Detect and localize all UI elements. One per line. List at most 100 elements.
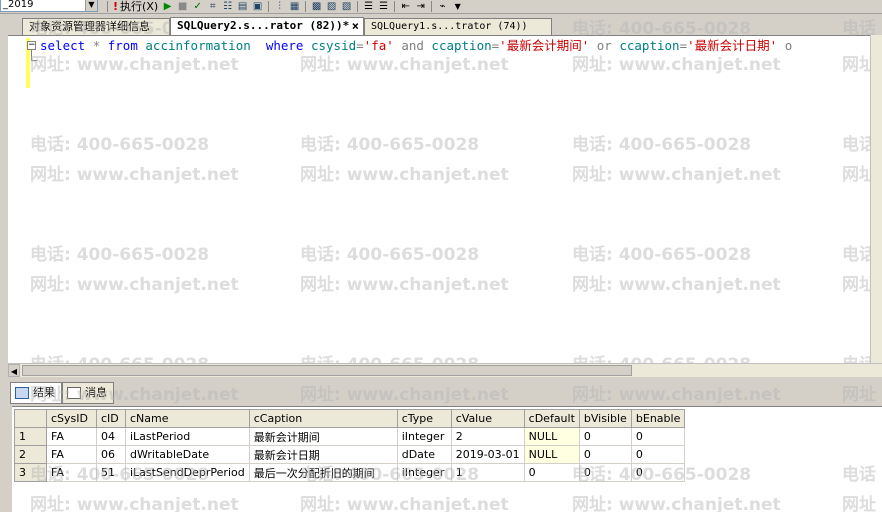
cell-ccaption[interactable]: 最后一次分配折旧的期间 bbox=[248, 463, 398, 482]
specify-values-icon[interactable]: ⌁ bbox=[435, 0, 450, 13]
cell-bvisible[interactable]: 0 bbox=[578, 427, 632, 446]
results-text-icon[interactable]: ▦ bbox=[287, 0, 302, 13]
toolbar-separator bbox=[305, 0, 307, 12]
column-header[interactable]: cType bbox=[396, 409, 452, 428]
cell-csysid[interactable]: FA bbox=[46, 445, 97, 464]
toolbar-overflow-icon[interactable]: ▼ bbox=[450, 0, 465, 13]
watermark-site: 网址: www.chanjet.net bbox=[572, 385, 781, 405]
message-icon bbox=[67, 387, 81, 399]
cell-ctype[interactable]: iInteger bbox=[396, 463, 452, 482]
cell-ctype[interactable]: dDate bbox=[396, 445, 452, 464]
execute-button[interactable]: ! 执行(X) bbox=[111, 0, 160, 14]
cell-benable[interactable]: 0 bbox=[630, 463, 686, 482]
database-select-value: _2019 bbox=[3, 0, 34, 10]
cell-cid[interactable]: 51 bbox=[96, 463, 126, 482]
cell-cdefault[interactable]: 0 bbox=[523, 463, 580, 482]
cell-ctype[interactable]: iInteger bbox=[396, 427, 452, 446]
column-header[interactable]: cID bbox=[96, 409, 126, 428]
fold-line bbox=[31, 50, 32, 60]
row-number[interactable]: 2 bbox=[14, 445, 47, 464]
debug-icon[interactable]: ⌗ bbox=[205, 0, 220, 13]
results-file-icon[interactable]: ▨ bbox=[324, 0, 339, 13]
cell-ccaption[interactable]: 最新会计日期 bbox=[248, 445, 398, 464]
table-row[interactable]: 3 FA 51 iLastSendDeprPeriod 最后一次分配折旧的期间 … bbox=[14, 463, 686, 482]
query-designer-icon[interactable]: ▤ bbox=[235, 0, 250, 13]
tab-sqlquery1[interactable]: SQLQuery1.s...trator (74)) bbox=[364, 18, 552, 35]
tab-label: SQLQuery1.s...trator (74)) bbox=[371, 21, 528, 32]
indent-icon[interactable]: ⇤ bbox=[398, 0, 413, 13]
results-tabstrip: 结果 消息 bbox=[10, 382, 114, 404]
sql-editor[interactable]: − select * from accinformation where csy… bbox=[8, 35, 882, 365]
tab-messages[interactable]: 消息 bbox=[62, 382, 114, 404]
column-header[interactable]: cCaption bbox=[248, 409, 398, 428]
cell-benable[interactable]: 0 bbox=[630, 427, 686, 446]
cell-cdefault[interactable]: NULL bbox=[523, 445, 580, 464]
kw-where: where bbox=[265, 38, 304, 53]
cell-cid[interactable]: 06 bbox=[96, 445, 126, 464]
tab-sqlquery2[interactable]: SQLQuery2.s...rator (82))* × bbox=[170, 17, 364, 35]
sql-code-line[interactable]: select * from accinformation where csysi… bbox=[40, 38, 792, 54]
cell-csysid[interactable]: FA bbox=[46, 427, 97, 446]
document-tabstrip: 对象资源管理器详细信息 SQLQuery2.s...rator (82))* ×… bbox=[0, 15, 882, 35]
header-row: cSysID cID cName cCaption cType cValue c… bbox=[14, 409, 686, 428]
cell-cname[interactable]: iLastPeriod bbox=[125, 427, 250, 446]
column-header[interactable]: cValue bbox=[450, 409, 525, 428]
chevron-down-icon[interactable]: ▼ bbox=[85, 0, 97, 11]
tab-object-explorer-details[interactable]: 对象资源管理器详细信息 bbox=[22, 18, 170, 35]
play-icon[interactable]: ▶ bbox=[160, 0, 175, 13]
column-header[interactable]: bEnable bbox=[630, 409, 686, 428]
stop-icon[interactable]: ■ bbox=[175, 0, 190, 13]
cell-csysid[interactable]: FA bbox=[46, 463, 97, 482]
results-icon[interactable]: ▧ bbox=[339, 0, 354, 13]
results-table: cSysID cID cName cCaption cType cValue c… bbox=[14, 409, 686, 482]
scroll-left-icon[interactable]: ◀ bbox=[8, 364, 20, 377]
watermark-site-edge: 网址 bbox=[842, 385, 876, 405]
uncomment-icon[interactable]: ☰ bbox=[376, 0, 391, 13]
cell-cname[interactable]: dWritableDate bbox=[125, 445, 250, 464]
row-number[interactable]: 3 bbox=[14, 463, 47, 482]
cell-cvalue[interactable]: 2019-03-01 bbox=[450, 445, 525, 464]
cell-benable[interactable]: 0 bbox=[630, 445, 686, 464]
table-row[interactable]: 1 FA 04 iLastPeriod 最新会计期间 iInteger 2 NU… bbox=[14, 427, 686, 446]
comment-icon[interactable]: ☰ bbox=[361, 0, 376, 13]
database-select[interactable]: _2019 ▼ bbox=[0, 0, 98, 12]
stats-icon[interactable]: ⫶ bbox=[272, 0, 287, 13]
outdent-icon[interactable]: ⇥ bbox=[413, 0, 428, 13]
results-grid[interactable]: cSysID cID cName cCaption cType cValue c… bbox=[12, 406, 882, 512]
code-trail: o bbox=[784, 38, 793, 53]
cell-cvalue[interactable]: 2 bbox=[450, 427, 525, 446]
column-header[interactable]: cName bbox=[125, 409, 250, 428]
column-header[interactable]: cDefault bbox=[523, 409, 580, 428]
editor-horizontal-scrollbar[interactable]: ◀ bbox=[8, 363, 882, 377]
col-csysid: csysid bbox=[310, 38, 357, 53]
table-row[interactable]: 2 FA 06 dWritableDate 最新会计日期 dDate 2019-… bbox=[14, 445, 686, 464]
editor-vertical-scrollbar[interactable] bbox=[870, 35, 882, 365]
column-header[interactable]: bVisible bbox=[578, 409, 632, 428]
cell-cid[interactable]: 04 bbox=[96, 427, 126, 446]
tab-results[interactable]: 结果 bbox=[10, 382, 62, 404]
results-grid-icon[interactable]: ▩ bbox=[309, 0, 324, 13]
scroll-thumb[interactable] bbox=[22, 365, 632, 376]
include-plan-icon[interactable]: ▣ bbox=[250, 0, 265, 13]
kw-and: and bbox=[401, 38, 424, 53]
cell-cdefault[interactable]: NULL bbox=[523, 427, 580, 446]
plan-icon[interactable]: ☷ bbox=[220, 0, 235, 13]
cell-bvisible[interactable]: 0 bbox=[578, 445, 632, 464]
cell-ccaption[interactable]: 最新会计期间 bbox=[248, 427, 398, 446]
check-icon[interactable]: ✓ bbox=[190, 0, 205, 13]
toolbar-separator bbox=[394, 0, 396, 12]
star: * bbox=[92, 38, 101, 53]
cell-cname[interactable]: iLastSendDeprPeriod bbox=[125, 463, 250, 482]
tab-label: SQLQuery2.s...rator (82))* bbox=[177, 19, 350, 32]
column-header[interactable]: cSysID bbox=[46, 409, 97, 428]
toolbar-separator bbox=[107, 0, 108, 12]
fold-end bbox=[31, 60, 37, 61]
table-name: accinformation bbox=[145, 38, 251, 53]
tab-label: 对象资源管理器详细信息 bbox=[29, 20, 150, 33]
collapse-icon[interactable]: − bbox=[27, 41, 36, 50]
cell-bvisible[interactable]: 0 bbox=[578, 463, 632, 482]
header-corner bbox=[14, 409, 47, 428]
row-number[interactable]: 1 bbox=[14, 427, 47, 446]
cell-cvalue[interactable]: 1 bbox=[450, 463, 525, 482]
close-icon[interactable]: × bbox=[352, 19, 359, 34]
